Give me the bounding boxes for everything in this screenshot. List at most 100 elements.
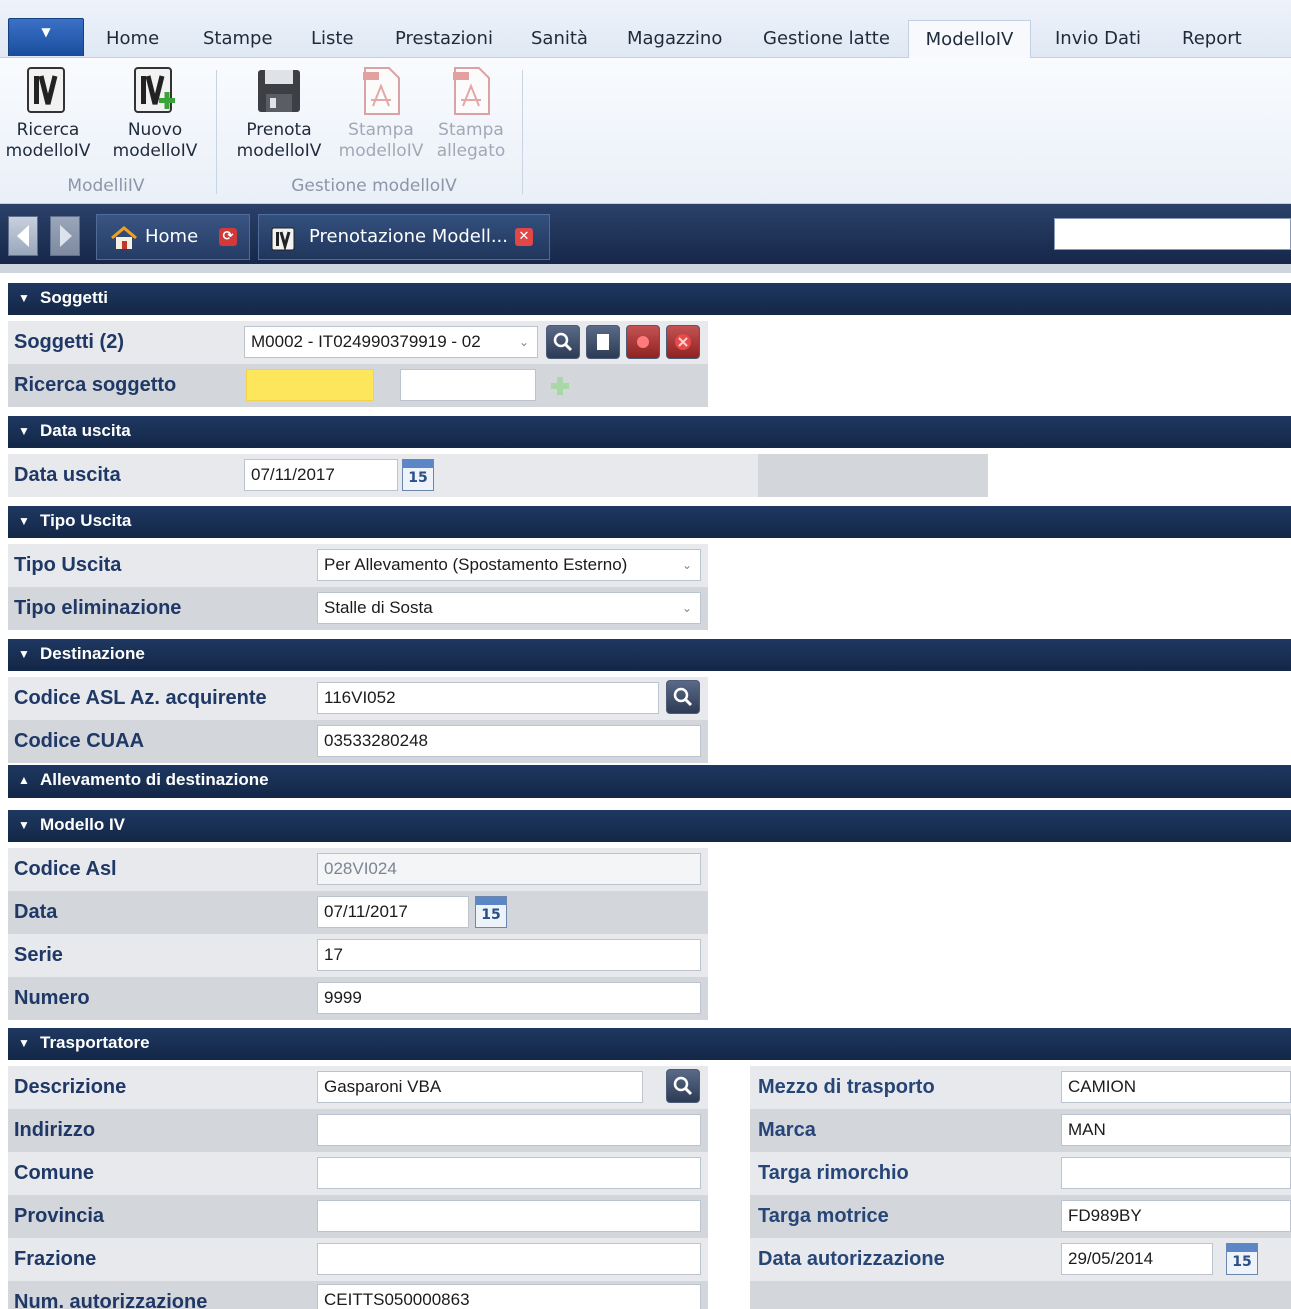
calendar-icon[interactable]: 15: [475, 896, 507, 928]
tab-prestazioni[interactable]: Prestazioni: [395, 28, 493, 58]
delete-soggetto-button[interactable]: [626, 325, 660, 359]
add-icon[interactable]: [548, 374, 572, 398]
doc-tab-prenotazione[interactable]: Prenotazione Modell... ✕: [258, 214, 550, 260]
row-frazione: Frazione: [8, 1238, 708, 1281]
descrizione-input[interactable]: Gasparoni VBA: [317, 1071, 643, 1103]
arrow-left-icon: [17, 225, 29, 247]
targa-rimorchio-input[interactable]: [1061, 1157, 1291, 1189]
refresh-icon[interactable]: ⟳: [219, 228, 237, 246]
tab-gestione-latte[interactable]: Gestione latte: [763, 28, 890, 58]
ricerca-soggetto-code-input[interactable]: [246, 369, 374, 401]
targa-motrice-input[interactable]: FD989BY: [1061, 1200, 1291, 1232]
collapse-arrow-icon: ▼: [18, 818, 30, 832]
section-header-tipo-uscita[interactable]: ▼ Tipo Uscita: [8, 506, 1291, 538]
tab-magazzino[interactable]: Magazzino: [627, 28, 722, 58]
row-provincia: Provincia: [8, 1195, 708, 1238]
section-header-trasportatore[interactable]: ▼ Trasportatore: [8, 1028, 1291, 1060]
global-search-input[interactable]: [1054, 218, 1291, 250]
frazione-input[interactable]: [317, 1243, 701, 1275]
search-asl-button[interactable]: [666, 680, 700, 714]
doc-tab-home[interactable]: Home ⟳: [96, 214, 250, 260]
prenota-modelloiv-button[interactable]: Prenota modelloIV: [231, 66, 327, 162]
forward-button[interactable]: [50, 216, 80, 256]
ricerca-soggetto-text-input[interactable]: [400, 369, 536, 401]
group-label-gestione-modelloiv: Gestione modelloIV: [291, 176, 457, 196]
tipo-uscita-label: Tipo Uscita: [14, 554, 122, 576]
marca-label: Marca: [758, 1119, 816, 1141]
tipo-eliminazione-select[interactable]: Stalle di Sosta ⌄: [317, 592, 701, 624]
tab-report[interactable]: Report: [1182, 28, 1242, 58]
calendar-icon[interactable]: 15: [1226, 1243, 1258, 1275]
chevron-down-icon: ⌄: [681, 601, 692, 615]
provincia-input[interactable]: [317, 1200, 701, 1232]
remove-soggetto-button[interactable]: [666, 325, 700, 359]
indirizzo-input[interactable]: [317, 1114, 701, 1146]
stampa-label-1: Stampa: [348, 120, 414, 140]
close-icon[interactable]: ✕: [515, 228, 533, 246]
row-marca: Marca MAN: [750, 1109, 1291, 1152]
back-button[interactable]: [8, 216, 38, 256]
prenota-label-2: modelloIV: [236, 141, 322, 161]
row-targa-rimorchio: Targa rimorchio: [750, 1152, 1291, 1195]
section-title: Destinazione: [40, 644, 145, 663]
soggetti-select[interactable]: M0002 - IT024990379919 - 02 ⌄: [244, 326, 538, 358]
calendar-icon[interactable]: 15: [402, 459, 434, 491]
magnifier-icon: [673, 687, 693, 707]
codice-asl-label: Codice Asl: [14, 858, 117, 880]
tab-liste[interactable]: Liste: [311, 28, 354, 58]
data-autorizzazione-input[interactable]: 29/05/2014: [1061, 1243, 1213, 1275]
edit-soggetto-button[interactable]: [586, 325, 620, 359]
search-trasportatore-button[interactable]: [666, 1069, 700, 1103]
ricerca-label-1: Ricerca: [16, 120, 80, 140]
tab-invio-dati[interactable]: Invio Dati: [1055, 28, 1141, 58]
nuovo-modelloiv-button[interactable]: Nuovo modelloIV: [107, 66, 203, 162]
row-band: [758, 454, 988, 497]
allegato-label-2: allegato: [436, 141, 506, 161]
stampa-allegato-button[interactable]: Stampa allegato: [423, 66, 519, 162]
section-header-data-uscita[interactable]: ▼ Data uscita: [8, 416, 1291, 448]
numero-input[interactable]: 9999: [317, 982, 701, 1014]
num-autorizzazione-label: Num. autorizzazione: [14, 1291, 208, 1309]
tab-stampe[interactable]: Stampe: [203, 28, 273, 58]
stampa-modelloiv-button[interactable]: Stampa modelloIV: [333, 66, 429, 162]
tab-modelloiv[interactable]: ModelloIV: [908, 20, 1031, 60]
section-header-modello-iv[interactable]: ▼ Modello IV: [8, 810, 1291, 842]
section-title: Tipo Uscita: [40, 511, 132, 530]
search-soggetto-button[interactable]: [546, 325, 580, 359]
collapse-arrow-icon: ▼: [18, 1036, 30, 1050]
row-descrizione: Descrizione Gasparoni VBA: [8, 1066, 708, 1109]
data-label: Data: [14, 901, 58, 923]
collapse-arrow-icon: ▼: [18, 514, 30, 528]
mezzo-trasporto-label: Mezzo di trasporto: [758, 1076, 935, 1098]
tipo-uscita-select[interactable]: Per Allevamento (Spostamento Esterno) ⌄: [317, 549, 701, 581]
comune-input[interactable]: [317, 1157, 701, 1189]
data-input[interactable]: 07/11/2017: [317, 896, 469, 928]
num-autorizzazione-input[interactable]: CEITTS050000863: [317, 1284, 701, 1309]
ribbon-group-separator: [522, 70, 523, 194]
row-indirizzo: Indirizzo: [8, 1109, 708, 1152]
marca-input[interactable]: MAN: [1061, 1114, 1291, 1146]
collapse-arrow-icon: ▼: [18, 647, 30, 661]
application-menu-button[interactable]: ▼: [8, 18, 84, 56]
row-codice-asl-acquirente: Codice ASL Az. acquirente 116VI052: [8, 677, 708, 720]
row-data-uscita: Data uscita 07/11/2017 15: [8, 454, 988, 497]
tab-home[interactable]: Home: [106, 28, 159, 58]
section-header-destinazione[interactable]: ▼ Destinazione: [8, 639, 1291, 671]
codice-asl-acquirente-input[interactable]: 116VI052: [317, 682, 659, 714]
magnifier-icon: [553, 332, 573, 352]
ricerca-modelloiv-button[interactable]: Ricerca modelloIV: [0, 66, 96, 162]
row-num-autorizzazione: Num. autorizzazione CEITTS050000863: [8, 1281, 708, 1309]
house-icon: [111, 226, 137, 249]
section-header-soggetti[interactable]: ▼ Soggetti: [8, 283, 1291, 315]
codice-cuaa-input[interactable]: 03533280248: [317, 725, 701, 757]
serie-input[interactable]: 17: [317, 939, 701, 971]
tab-sanita[interactable]: Sanità: [531, 28, 588, 58]
data-uscita-input[interactable]: 07/11/2017: [244, 459, 398, 491]
prenota-label-1: Prenota: [246, 120, 312, 140]
data-autorizzazione-label: Data autorizzazione: [758, 1248, 945, 1270]
section-header-allevamento[interactable]: ▲ Allevamento di destinazione: [8, 765, 1291, 798]
targa-rimorchio-label: Targa rimorchio: [758, 1162, 909, 1184]
star-icon: [637, 336, 649, 348]
mezzo-trasporto-input[interactable]: CAMION: [1061, 1071, 1291, 1103]
magnifier-icon: [673, 1076, 693, 1096]
